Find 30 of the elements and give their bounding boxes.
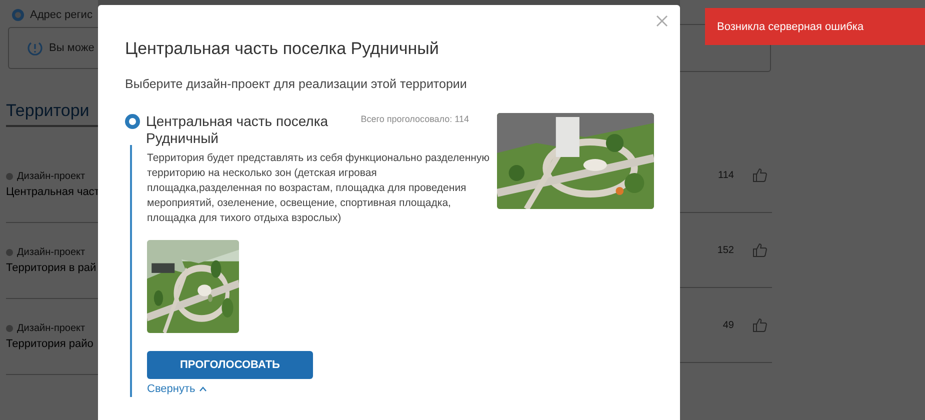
notice-text: Вы може xyxy=(49,42,94,54)
close-icon xyxy=(656,15,668,27)
address-label: Адрес регис xyxy=(30,9,92,21)
project-category: Дизайн-проект xyxy=(17,171,86,182)
project-category: Дизайн-проект xyxy=(17,323,86,334)
vote-count: 152 xyxy=(717,244,734,256)
radio-icon[interactable] xyxy=(12,9,24,21)
vote-total: Всего проголосовало: 114 xyxy=(360,114,469,124)
info-icon xyxy=(27,40,43,56)
thumbs-up-icon[interactable] xyxy=(752,242,768,258)
project-category: Дизайн-проект xyxy=(17,247,86,258)
vote-count: 49 xyxy=(722,320,734,330)
project-title[interactable]: Территория в рай xyxy=(6,262,98,274)
project-title[interactable]: Центральная част xyxy=(6,186,98,198)
option-description: Территория будет представлять из себя функционально разделенную территорию на несколько зон (детская игровая площадка,разделенная по возрастам, площадка для проведения мероприятий, озеленение, освещение, спортивная площадка, площадка для тихого отдыха взрослых) xyxy=(147,151,491,226)
dot-icon xyxy=(6,249,13,256)
error-message: Возникла серверная ошибка xyxy=(717,20,864,32)
vote-count: 114 xyxy=(718,170,734,180)
dot-icon xyxy=(6,173,13,180)
thumbs-up-icon[interactable] xyxy=(752,167,768,183)
vote-button[interactable]: ПРОГОЛОСОВАТЬ xyxy=(147,351,313,379)
modal-subtitle: Выберите дизайн-проект для реализации этой территории xyxy=(125,77,468,91)
collapse-link[interactable]: Свернуть xyxy=(147,383,208,395)
caret-icon xyxy=(199,386,208,392)
option-title: Центральная часть поселка Рудничный xyxy=(146,113,330,147)
dot-icon xyxy=(6,325,13,332)
thumbs-up-icon[interactable] xyxy=(752,317,768,333)
radio-button[interactable] xyxy=(125,114,140,129)
modal-title: Центральная часть поселка Рудничный xyxy=(125,39,440,59)
project-title[interactable]: Территория райо xyxy=(6,338,98,350)
